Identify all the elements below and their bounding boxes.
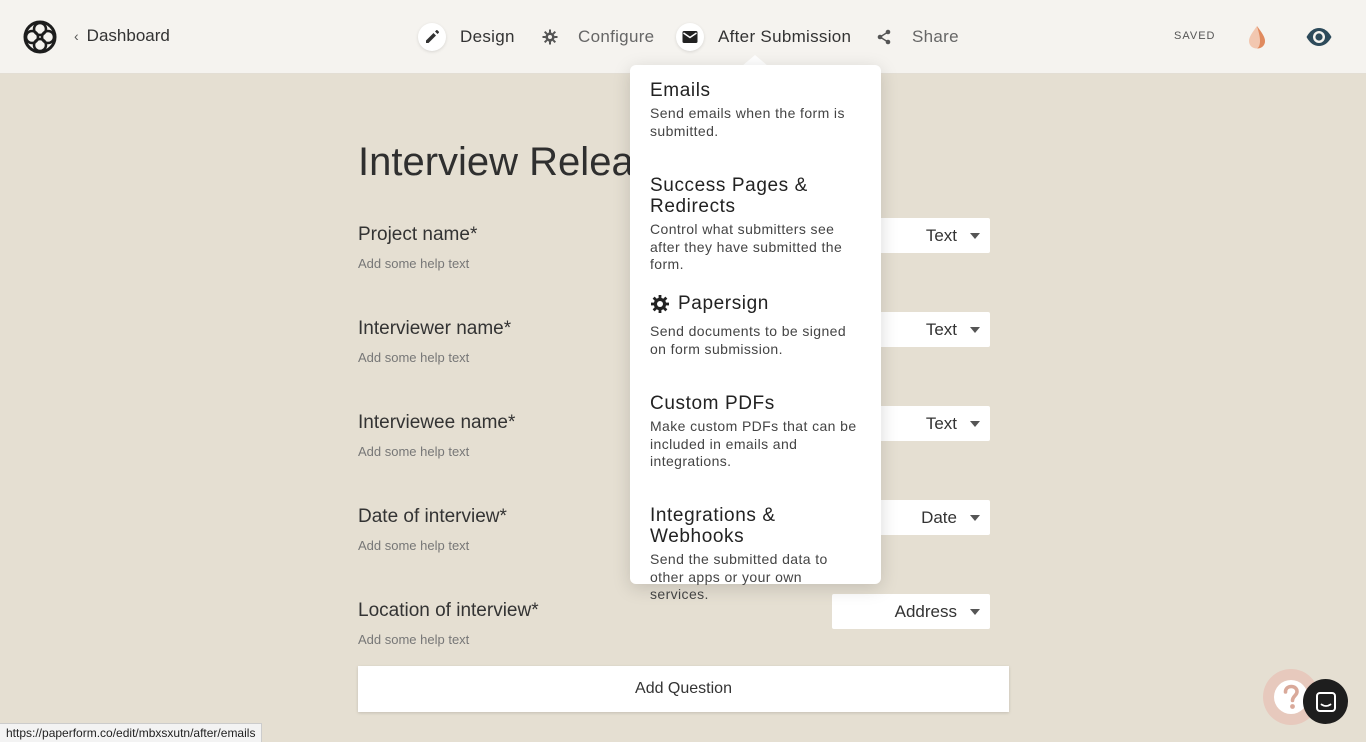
paperform-logo-icon[interactable] [23, 20, 57, 54]
question-type-value: Text [925, 413, 957, 433]
question-type-value: Address [894, 601, 957, 621]
menu-item-description: Send documents to be signed on form subm… [650, 323, 847, 357]
caret-down-icon [970, 233, 980, 239]
add-question-button[interactable]: Add Question [358, 666, 1009, 712]
back-label: Dashboard [86, 26, 170, 45]
envelope-icon [676, 23, 704, 51]
gear-icon [536, 23, 564, 51]
chat-icon [1315, 691, 1336, 712]
question-type-value: Text [925, 225, 957, 245]
menu-item-title-row: Papersign [650, 293, 865, 314]
menu-item-description: Control what submitters see after they h… [650, 221, 843, 272]
menu-item-description: Make custom PDFs that can be included in… [650, 418, 857, 469]
top-bar: ‹ Dashboard Design Configure After Submi… [0, 0, 1366, 74]
question-type-value: Text [925, 319, 957, 339]
caret-down-icon [970, 421, 980, 427]
caret-down-icon [970, 327, 980, 333]
tab-after-submission-label: After Submission [718, 27, 852, 46]
pencil-icon [418, 23, 446, 51]
saved-status: SAVED [1174, 30, 1216, 42]
menu-item-success-pages[interactable]: Success Pages & Redirects Control what s… [650, 175, 865, 274]
papersign-icon [651, 294, 669, 313]
menu-item-title: Emails [650, 80, 711, 101]
theme-drop-icon[interactable] [1245, 24, 1269, 50]
back-to-dashboard-link[interactable]: ‹ Dashboard [74, 26, 170, 46]
menu-item-papersign[interactable]: Papersign Send documents to be signed on… [650, 293, 865, 358]
menu-item-description: Send the submitted data to other apps or… [650, 551, 828, 602]
question-row[interactable]: Location of interview* Add some help tex… [358, 594, 998, 660]
eye-preview-icon[interactable] [1305, 24, 1333, 50]
caret-down-icon [970, 515, 980, 521]
tab-configure[interactable]: Configure [536, 22, 654, 52]
menu-item-title: Custom PDFs [650, 393, 775, 414]
menu-item-title: Integrations & Webhooks [650, 505, 776, 547]
tab-share-label: Share [912, 27, 959, 46]
chevron-left-icon: ‹ [74, 28, 79, 44]
menu-item-title: Papersign [678, 293, 769, 314]
menu-item-emails[interactable]: Emails Send emails when the form is subm… [650, 80, 865, 140]
caret-down-icon [970, 609, 980, 615]
tab-share[interactable]: Share [870, 22, 959, 52]
tab-after-submission[interactable]: After Submission [676, 22, 851, 52]
tab-design[interactable]: Design [418, 22, 515, 52]
menu-item-integrations[interactable]: Integrations & Webhooks Send the submitt… [650, 505, 865, 604]
menu-item-custom-pdfs[interactable]: Custom PDFs Make custom PDFs that can be… [650, 393, 865, 471]
question-type-value: Date [921, 507, 957, 527]
question-help-text[interactable]: Add some help text [358, 632, 998, 647]
status-bar-url: https://paperform.co/edit/mbxsxutn/after… [0, 723, 263, 742]
tab-configure-label: Configure [578, 27, 655, 46]
after-submission-menu: Emails Send emails when the form is subm… [630, 65, 881, 602]
chat-launcher-button[interactable] [1303, 679, 1348, 724]
tab-design-label: Design [460, 27, 515, 46]
share-icon [870, 23, 898, 51]
menu-item-title: Success Pages & Redirects [650, 175, 808, 217]
menu-item-description: Send emails when the form is submitted. [650, 105, 845, 139]
form-title[interactable]: Interview Release [358, 140, 676, 185]
